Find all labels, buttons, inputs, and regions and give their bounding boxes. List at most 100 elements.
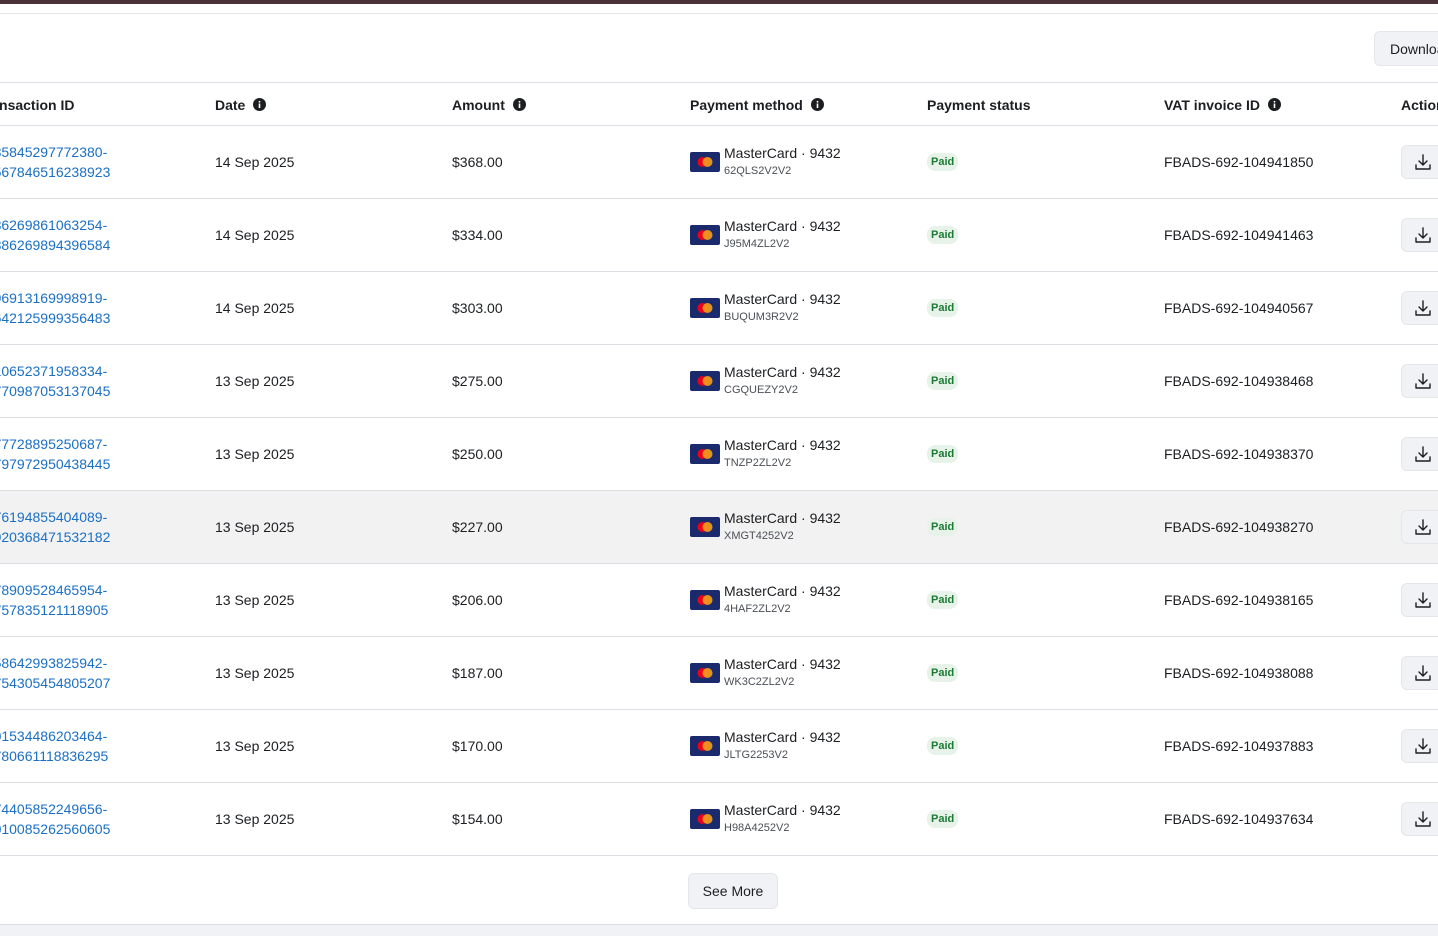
payment-method-cell: MasterCard · 9432 XMGT4252V2 bbox=[690, 491, 841, 563]
amount-cell: $206.00 bbox=[452, 592, 503, 608]
payment-status-cell: Paid bbox=[927, 272, 959, 344]
mastercard-icon bbox=[690, 225, 720, 245]
card-label: MasterCard · 9432 bbox=[724, 291, 841, 307]
action-cell bbox=[1401, 637, 1438, 709]
action-cell bbox=[1401, 126, 1438, 198]
action-cell bbox=[1401, 564, 1438, 636]
info-icon[interactable] bbox=[1267, 98, 1281, 111]
download-invoice-button[interactable] bbox=[1401, 218, 1438, 252]
table-row: 2877728895250687- 24797972950438445 13 S… bbox=[0, 418, 1438, 491]
status-badge: Paid bbox=[927, 664, 959, 682]
download-icon bbox=[1415, 738, 1431, 754]
download-invoice-button[interactable] bbox=[1401, 656, 1438, 690]
transaction-id-link[interactable]: 2878909528465954- 24757835121118905 bbox=[0, 564, 108, 636]
download-icon bbox=[1415, 154, 1431, 170]
download-invoice-button[interactable] bbox=[1401, 364, 1438, 398]
payment-reference: J95M4ZL2V2 bbox=[724, 238, 790, 250]
vat-invoice-cell: FBADS-692-104938370 bbox=[1164, 446, 1314, 462]
mastercard-icon bbox=[690, 517, 720, 537]
action-cell bbox=[1401, 418, 1438, 490]
download-invoice-button[interactable] bbox=[1401, 510, 1438, 544]
transaction-id-link[interactable]: 2896913169998919- 25642125999356483 bbox=[0, 272, 110, 344]
table-row: 2774405852249656- 25010085262560605 13 S… bbox=[0, 783, 1438, 856]
status-badge: Paid bbox=[927, 445, 959, 463]
payment-reference: CGQUEZY2V2 bbox=[724, 384, 798, 396]
download-icon bbox=[1415, 300, 1431, 316]
vat-invoice-cell: FBADS-692-104940567 bbox=[1164, 300, 1314, 316]
action-cell bbox=[1401, 491, 1438, 563]
amount-cell: $154.00 bbox=[452, 811, 503, 827]
top-accent-bar bbox=[0, 0, 1438, 4]
card-label: MasterCard · 9432 bbox=[724, 437, 841, 453]
status-badge: Paid bbox=[927, 372, 959, 390]
vat-invoice-cell: FBADS-692-104938088 bbox=[1164, 665, 1314, 681]
download-invoice-button[interactable] bbox=[1401, 291, 1438, 325]
vat-invoice-cell: FBADS-692-104938270 bbox=[1164, 519, 1314, 535]
info-icon[interactable] bbox=[810, 98, 824, 111]
amount-cell: $303.00 bbox=[452, 300, 503, 316]
payment-status-cell: Paid bbox=[927, 126, 959, 198]
payment-reference: XMGT4252V2 bbox=[724, 530, 794, 542]
transaction-id-link[interactable]: 2885845297772380- 24567846516238923 bbox=[0, 126, 110, 198]
date-cell: 14 Sep 2025 bbox=[215, 154, 295, 170]
payment-method-cell: MasterCard · 9432 JLTG2253V2 bbox=[690, 710, 841, 782]
date-cell: 13 Sep 2025 bbox=[215, 519, 295, 535]
card-label: MasterCard · 9432 bbox=[724, 729, 841, 745]
mastercard-icon bbox=[690, 736, 720, 756]
action-cell bbox=[1401, 783, 1438, 855]
download-invoice-button[interactable] bbox=[1401, 802, 1438, 836]
info-icon[interactable] bbox=[253, 98, 267, 111]
table-row: 2801534486203464- 25780661118836295 13 S… bbox=[0, 710, 1438, 783]
date-cell: 13 Sep 2025 bbox=[215, 592, 295, 608]
card-label: MasterCard · 9432 bbox=[724, 583, 841, 599]
header-date[interactable]: Date bbox=[215, 83, 267, 126]
status-badge: Paid bbox=[927, 810, 959, 828]
card-label: MasterCard · 9432 bbox=[724, 218, 841, 234]
header-vat-invoice-id[interactable]: VAT invoice ID bbox=[1164, 83, 1281, 126]
payment-reference: 4HAF2ZL2V2 bbox=[724, 603, 791, 615]
card-label: MasterCard · 9432 bbox=[724, 510, 841, 526]
transaction-id-link[interactable]: 2858642993825942- 25754305454805207 bbox=[0, 637, 110, 709]
vat-invoice-cell: FBADS-692-104938165 bbox=[1164, 592, 1314, 608]
vat-invoice-cell: FBADS-692-104937883 bbox=[1164, 738, 1314, 754]
header-transaction-id[interactable]: Transaction ID bbox=[0, 83, 74, 126]
mastercard-icon bbox=[690, 298, 720, 318]
header-payment-method[interactable]: Payment method bbox=[690, 83, 824, 126]
table-row: 2885845297772380- 24567846516238923 14 S… bbox=[0, 126, 1438, 199]
payment-method-cell: MasterCard · 9432 BUQUM3R2V2 bbox=[690, 272, 841, 344]
status-badge: Paid bbox=[927, 737, 959, 755]
payment-status-cell: Paid bbox=[927, 783, 959, 855]
download-invoice-button[interactable] bbox=[1401, 145, 1438, 179]
payment-status-cell: Paid bbox=[927, 564, 959, 636]
see-more-button[interactable]: See More bbox=[688, 873, 778, 909]
payment-reference: 62QLS2V2V2 bbox=[724, 165, 792, 177]
amount-cell: $187.00 bbox=[452, 665, 503, 681]
transaction-id-link[interactable]: 2801534486203464- 25780661118836295 bbox=[0, 710, 108, 782]
download-invoice-button[interactable] bbox=[1401, 437, 1438, 471]
payment-method-cell: MasterCard · 9432 TNZP2ZL2V2 bbox=[690, 418, 841, 490]
transaction-id-link[interactable]: 2810652371958334- 25770987053137045 bbox=[0, 345, 110, 417]
header-amount[interactable]: Amount bbox=[452, 83, 526, 126]
amount-cell: $250.00 bbox=[452, 446, 503, 462]
table-header: Transaction ID Date Amount Payment metho… bbox=[0, 82, 1438, 126]
download-invoice-button[interactable] bbox=[1401, 583, 1438, 617]
transaction-id-link[interactable]: 2886269861063254- 25886269894396584 bbox=[0, 199, 110, 271]
download-button[interactable]: Download bbox=[1374, 31, 1438, 66]
transactions-table: Transaction ID Date Amount Payment metho… bbox=[0, 82, 1438, 856]
date-cell: 14 Sep 2025 bbox=[215, 227, 295, 243]
table-row: 2858642993825942- 25754305454805207 13 S… bbox=[0, 637, 1438, 710]
transaction-id-link[interactable]: 2877728895250687- 24797972950438445 bbox=[0, 418, 110, 490]
payment-status-cell: Paid bbox=[927, 710, 959, 782]
transaction-id-link[interactable]: 2774405852249656- 25010085262560605 bbox=[0, 783, 110, 855]
header-payment-status[interactable]: Payment status bbox=[927, 83, 1030, 126]
table-row: 2776194855404089- 25920368471532182 13 S… bbox=[0, 491, 1438, 564]
transaction-id-link[interactable]: 2776194855404089- 25920368471532182 bbox=[0, 491, 110, 563]
date-cell: 13 Sep 2025 bbox=[215, 446, 295, 462]
download-icon bbox=[1415, 592, 1431, 608]
download-invoice-button[interactable] bbox=[1401, 729, 1438, 763]
mastercard-icon bbox=[690, 444, 720, 464]
payment-reference: JLTG2253V2 bbox=[724, 749, 789, 761]
table-row: 2896913169998919- 25642125999356483 14 S… bbox=[0, 272, 1438, 345]
download-icon bbox=[1415, 665, 1431, 681]
info-icon[interactable] bbox=[512, 98, 526, 111]
